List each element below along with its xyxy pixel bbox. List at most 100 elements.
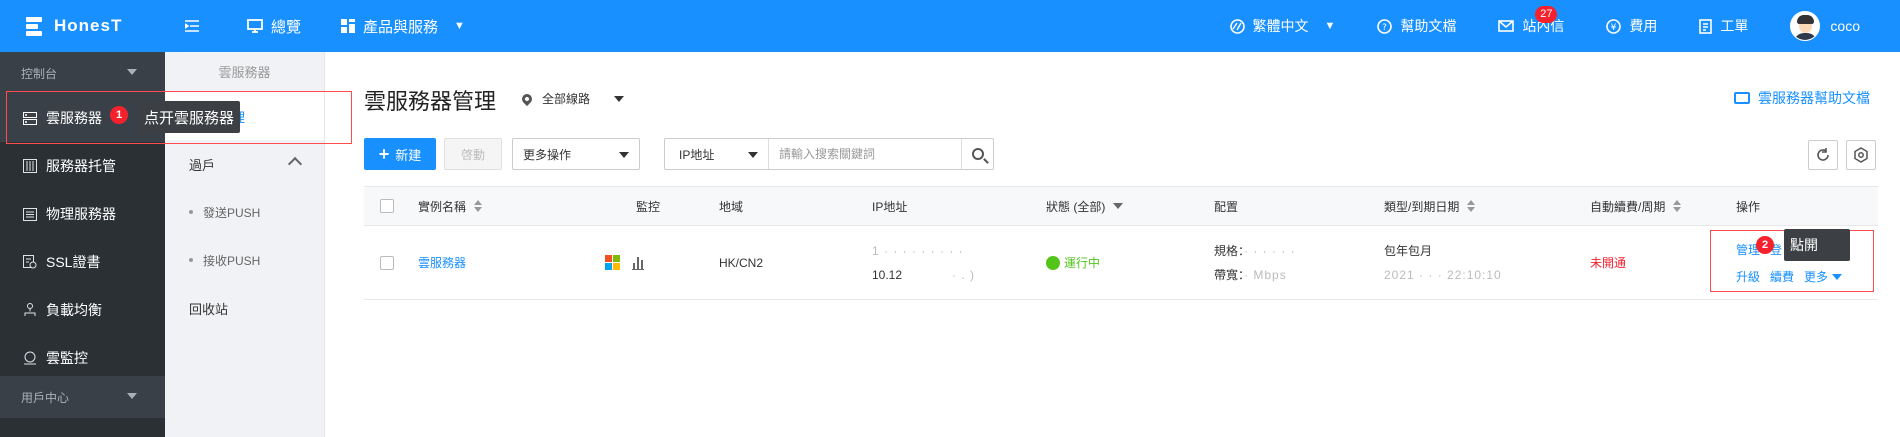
console-group-header[interactable]: 控制台	[0, 52, 165, 94]
sort-icon	[474, 200, 483, 212]
search-field-label: IP地址	[679, 147, 715, 162]
search-icon	[971, 148, 984, 160]
messages-link[interactable]: 站內信 27	[1477, 0, 1585, 52]
user-menu[interactable]: coco	[1769, 0, 1900, 52]
refresh-button[interactable]	[1808, 140, 1838, 170]
search-button[interactable]	[961, 139, 993, 169]
col-config-label: 配置	[1214, 199, 1239, 214]
auto-renew-status: 未開通	[1590, 256, 1627, 270]
col-auto-renew-label: 自動續費/周期	[1590, 199, 1666, 214]
user-center-group-header[interactable]: 用戶中心	[0, 376, 165, 418]
instances-table: 實例名稱 監控 地域 IP地址 狀態 (全部) 配置 類型/到期日期 自動續費/…	[364, 186, 1878, 300]
sub-item-send-push[interactable]: 發送PUSH	[165, 188, 324, 236]
overview-label: 總覽	[271, 18, 302, 36]
sidebar-item-label: 物理服務器	[46, 206, 116, 222]
col-config: 配置	[1214, 187, 1238, 225]
col-status[interactable]: 狀態 (全部)	[1046, 187, 1124, 225]
config-spec-value: · · · · · ·	[1244, 243, 1296, 258]
col-name-label: 實例名稱	[418, 199, 467, 214]
col-type-expiry-label: 類型/到期日期	[1384, 199, 1460, 214]
question-circle-icon: ?	[1377, 18, 1393, 34]
sidebar-item-label: 服務器托管	[46, 158, 116, 174]
chevron-down-icon: ▼	[454, 20, 465, 32]
ip-cell: 1 · · · · · · · · · 10.12 · . )	[872, 226, 975, 299]
sidebar-item-hosting[interactable]: 服務器托管	[0, 142, 165, 190]
col-type-expiry[interactable]: 類型/到期日期	[1384, 187, 1476, 225]
config-bandwidth-label: 帶寬：	[1214, 267, 1245, 282]
sidebar-item-physical-server[interactable]: 物理服務器	[0, 190, 165, 238]
search-input[interactable]	[769, 139, 961, 169]
language-selector[interactable]: 繁體中文 ▼	[1209, 0, 1357, 52]
col-actions: 操作	[1736, 187, 1760, 225]
plus-icon: +	[378, 143, 390, 164]
region-selector[interactable]: 全部線路	[519, 90, 625, 107]
caret-down-icon	[127, 393, 137, 399]
brand-logo[interactable]: HonesT	[0, 0, 165, 52]
products-label: 產品與服務	[363, 18, 439, 36]
collapse-menu-button[interactable]	[165, 0, 227, 52]
user-center-label: 用戶中心	[21, 390, 70, 405]
region-label: 全部線路	[542, 92, 591, 106]
start-button-label: 啓動	[460, 147, 485, 162]
col-region: 地域	[719, 187, 743, 225]
search-box: IP地址	[664, 138, 994, 170]
sub-item-receive-push[interactable]: 接收PUSH	[165, 236, 324, 284]
console-group-label: 控制台	[21, 66, 58, 81]
monitor-cell	[605, 226, 644, 299]
overview-nav[interactable]: 總覽	[227, 0, 321, 52]
status-cell: 運行中	[1046, 226, 1100, 299]
page-title: 雲服務器管理	[364, 89, 497, 114]
monitor-icon	[22, 351, 38, 365]
products-nav[interactable]: 產品與服務 ▼	[321, 0, 485, 52]
col-name[interactable]: 實例名稱	[418, 187, 483, 225]
ip-private: 10.12	[872, 267, 903, 282]
help-docs-link[interactable]: ? 幫助文檔	[1356, 0, 1477, 52]
sidebar-item-label: SSL證書	[46, 254, 101, 270]
folder-icon	[1734, 92, 1750, 104]
config-bandwidth-value: · Mbps	[1244, 267, 1287, 282]
step1-tooltip: 点开雲服務器	[138, 101, 241, 133]
monitor-chart-icon[interactable]	[632, 256, 644, 270]
help-docs-label: 幫助文檔	[1400, 18, 1457, 34]
help-docs-link-main[interactable]: 雲服務器幫助文檔	[1734, 88, 1870, 108]
refresh-icon	[1817, 148, 1829, 161]
bullet-icon	[189, 258, 193, 262]
search-field-selector[interactable]: IP地址	[665, 139, 769, 169]
start-button[interactable]: 啓動	[444, 138, 502, 170]
col-status-label: 狀態 (全部)	[1046, 199, 1106, 214]
logo-icon	[26, 16, 44, 36]
billing-label: 費用	[1629, 18, 1658, 34]
sub-item-transfer[interactable]: 過戶	[165, 140, 324, 188]
svg-text:¥: ¥	[1611, 23, 1617, 33]
tickets-link[interactable]: 工單	[1678, 0, 1769, 52]
server-icon	[22, 111, 38, 125]
toolbar: + 新建 啓動 更多操作 IP地址	[364, 138, 994, 170]
more-actions-dropdown[interactable]: 更多操作	[512, 138, 640, 170]
instance-name-link[interactable]: 雲服務器	[418, 254, 466, 271]
sub-item-recycle-bin[interactable]: 回收站	[165, 284, 324, 332]
type-expiry-cell: 包年包月 2021 · · · 22:10:10	[1384, 226, 1502, 299]
more-action[interactable]: 更多	[1804, 268, 1843, 285]
settings-button[interactable]	[1846, 140, 1876, 170]
billing-link[interactable]: ¥ 費用	[1585, 0, 1678, 52]
sidebar-item-ssl[interactable]: SSL證書	[0, 238, 165, 286]
billing-type: 包年包月	[1384, 243, 1433, 258]
monitor-screen-icon	[247, 19, 263, 33]
row-checkbox[interactable]	[380, 255, 394, 270]
sort-icon	[1467, 200, 1476, 212]
top-bar: HonesT 總覽 產品與服務 ▼ 繁體中文 ▼ ? 幫助文檔 站內信 27 ¥…	[0, 0, 1900, 52]
new-button-label: 新建	[395, 147, 422, 163]
sidebar-item-monitor[interactable]: 雲監控	[0, 334, 165, 382]
load-balancer-icon	[22, 303, 38, 317]
sidebar-item-label: 雲監控	[46, 350, 88, 366]
new-button[interactable]: + 新建	[364, 138, 436, 170]
col-auto-renew[interactable]: 自動續費/周期	[1590, 187, 1682, 225]
upgrade-action[interactable]: 升級	[1736, 268, 1760, 285]
caret-down-icon	[748, 152, 758, 158]
language-label: 繁體中文	[1252, 18, 1309, 34]
sub-item-label: 回收站	[189, 301, 229, 317]
mail-icon	[1498, 20, 1515, 32]
renew-action[interactable]: 續費	[1770, 268, 1794, 285]
select-all-checkbox[interactable]	[380, 199, 394, 213]
sidebar-item-load-balancer[interactable]: 負載均衡	[0, 286, 165, 334]
